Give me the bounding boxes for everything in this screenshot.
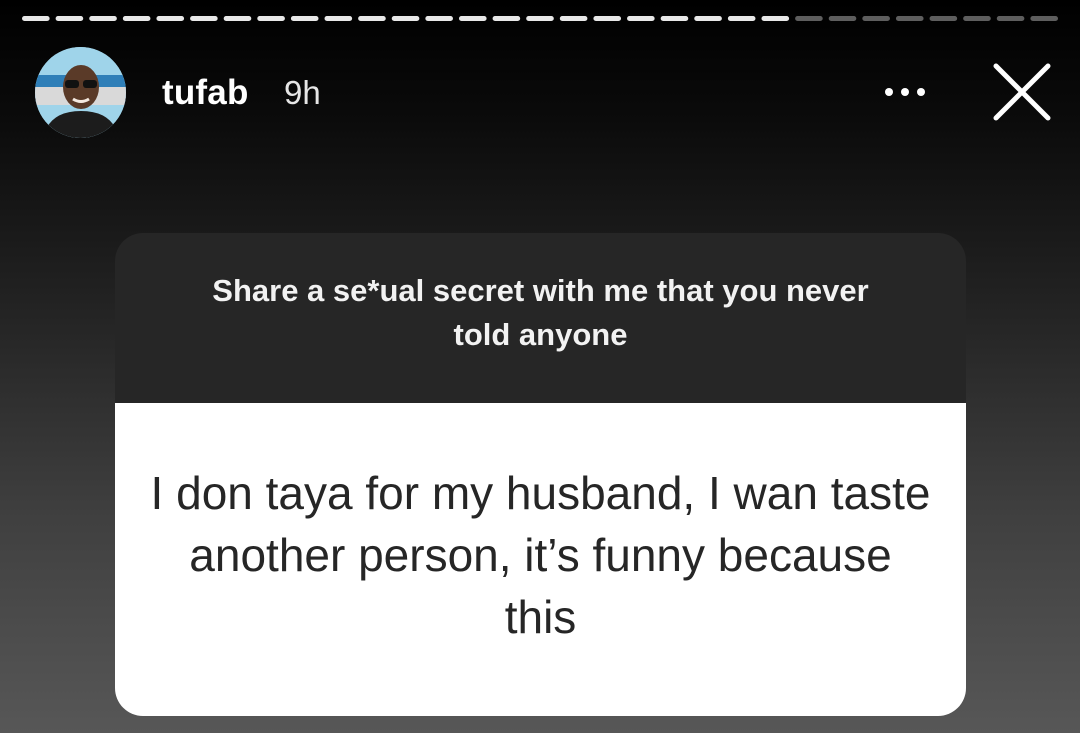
progress-segment-viewed bbox=[223, 16, 252, 21]
question-text: Share a se*ual secret with me that you n… bbox=[212, 273, 869, 352]
story-progress-bar bbox=[22, 16, 1058, 21]
username[interactable]: tufab bbox=[162, 73, 249, 113]
progress-segment-viewed bbox=[627, 16, 655, 21]
progress-segment-viewed bbox=[257, 16, 285, 21]
progress-segment-viewed bbox=[458, 16, 487, 21]
progress-segment-viewed bbox=[156, 16, 185, 21]
progress-segment-unviewed bbox=[862, 16, 890, 21]
more-horizontal-icon[interactable] bbox=[880, 78, 934, 106]
progress-segment-viewed bbox=[89, 16, 117, 21]
progress-segment-viewed bbox=[55, 16, 84, 21]
progress-segment-unviewed bbox=[795, 16, 823, 21]
progress-segment-unviewed bbox=[996, 16, 1025, 21]
progress-segment-unviewed bbox=[1030, 16, 1058, 21]
progress-segment-viewed bbox=[761, 16, 790, 21]
progress-segment-unviewed bbox=[895, 16, 924, 21]
progress-segment-unviewed bbox=[828, 16, 857, 21]
post-timestamp: 9h bbox=[284, 74, 321, 111]
progress-segment-viewed bbox=[660, 16, 689, 21]
progress-segment-viewed bbox=[526, 16, 554, 21]
progress-segment-viewed bbox=[290, 16, 319, 21]
progress-segment-viewed bbox=[22, 16, 50, 21]
profile-photo-image bbox=[35, 47, 126, 138]
avatar[interactable] bbox=[35, 47, 126, 138]
answer-body: I don taya for my husband, I wan taste a… bbox=[115, 403, 966, 716]
progress-segment-viewed bbox=[358, 16, 386, 21]
progress-segment-viewed bbox=[122, 16, 151, 21]
progress-segment-viewed bbox=[593, 16, 622, 21]
progress-segment-viewed bbox=[694, 16, 722, 21]
progress-segment-unviewed bbox=[929, 16, 958, 21]
progress-segment-unviewed bbox=[963, 16, 991, 21]
progress-segment-viewed bbox=[425, 16, 453, 21]
story-progress-segments bbox=[22, 16, 1058, 21]
progress-segment-viewed bbox=[727, 16, 756, 21]
question-header: Share a se*ual secret with me that you n… bbox=[115, 233, 966, 403]
progress-segment-viewed bbox=[559, 16, 588, 21]
answer-text: I don taya for my husband, I wan taste a… bbox=[150, 466, 931, 643]
close-icon[interactable] bbox=[990, 60, 1054, 124]
progress-segment-viewed bbox=[391, 16, 420, 21]
progress-segment-viewed bbox=[324, 16, 353, 21]
progress-segment-viewed bbox=[190, 16, 218, 21]
question-sticker-card: Share a se*ual secret with me that you n… bbox=[115, 233, 966, 716]
progress-segment-viewed bbox=[492, 16, 521, 21]
